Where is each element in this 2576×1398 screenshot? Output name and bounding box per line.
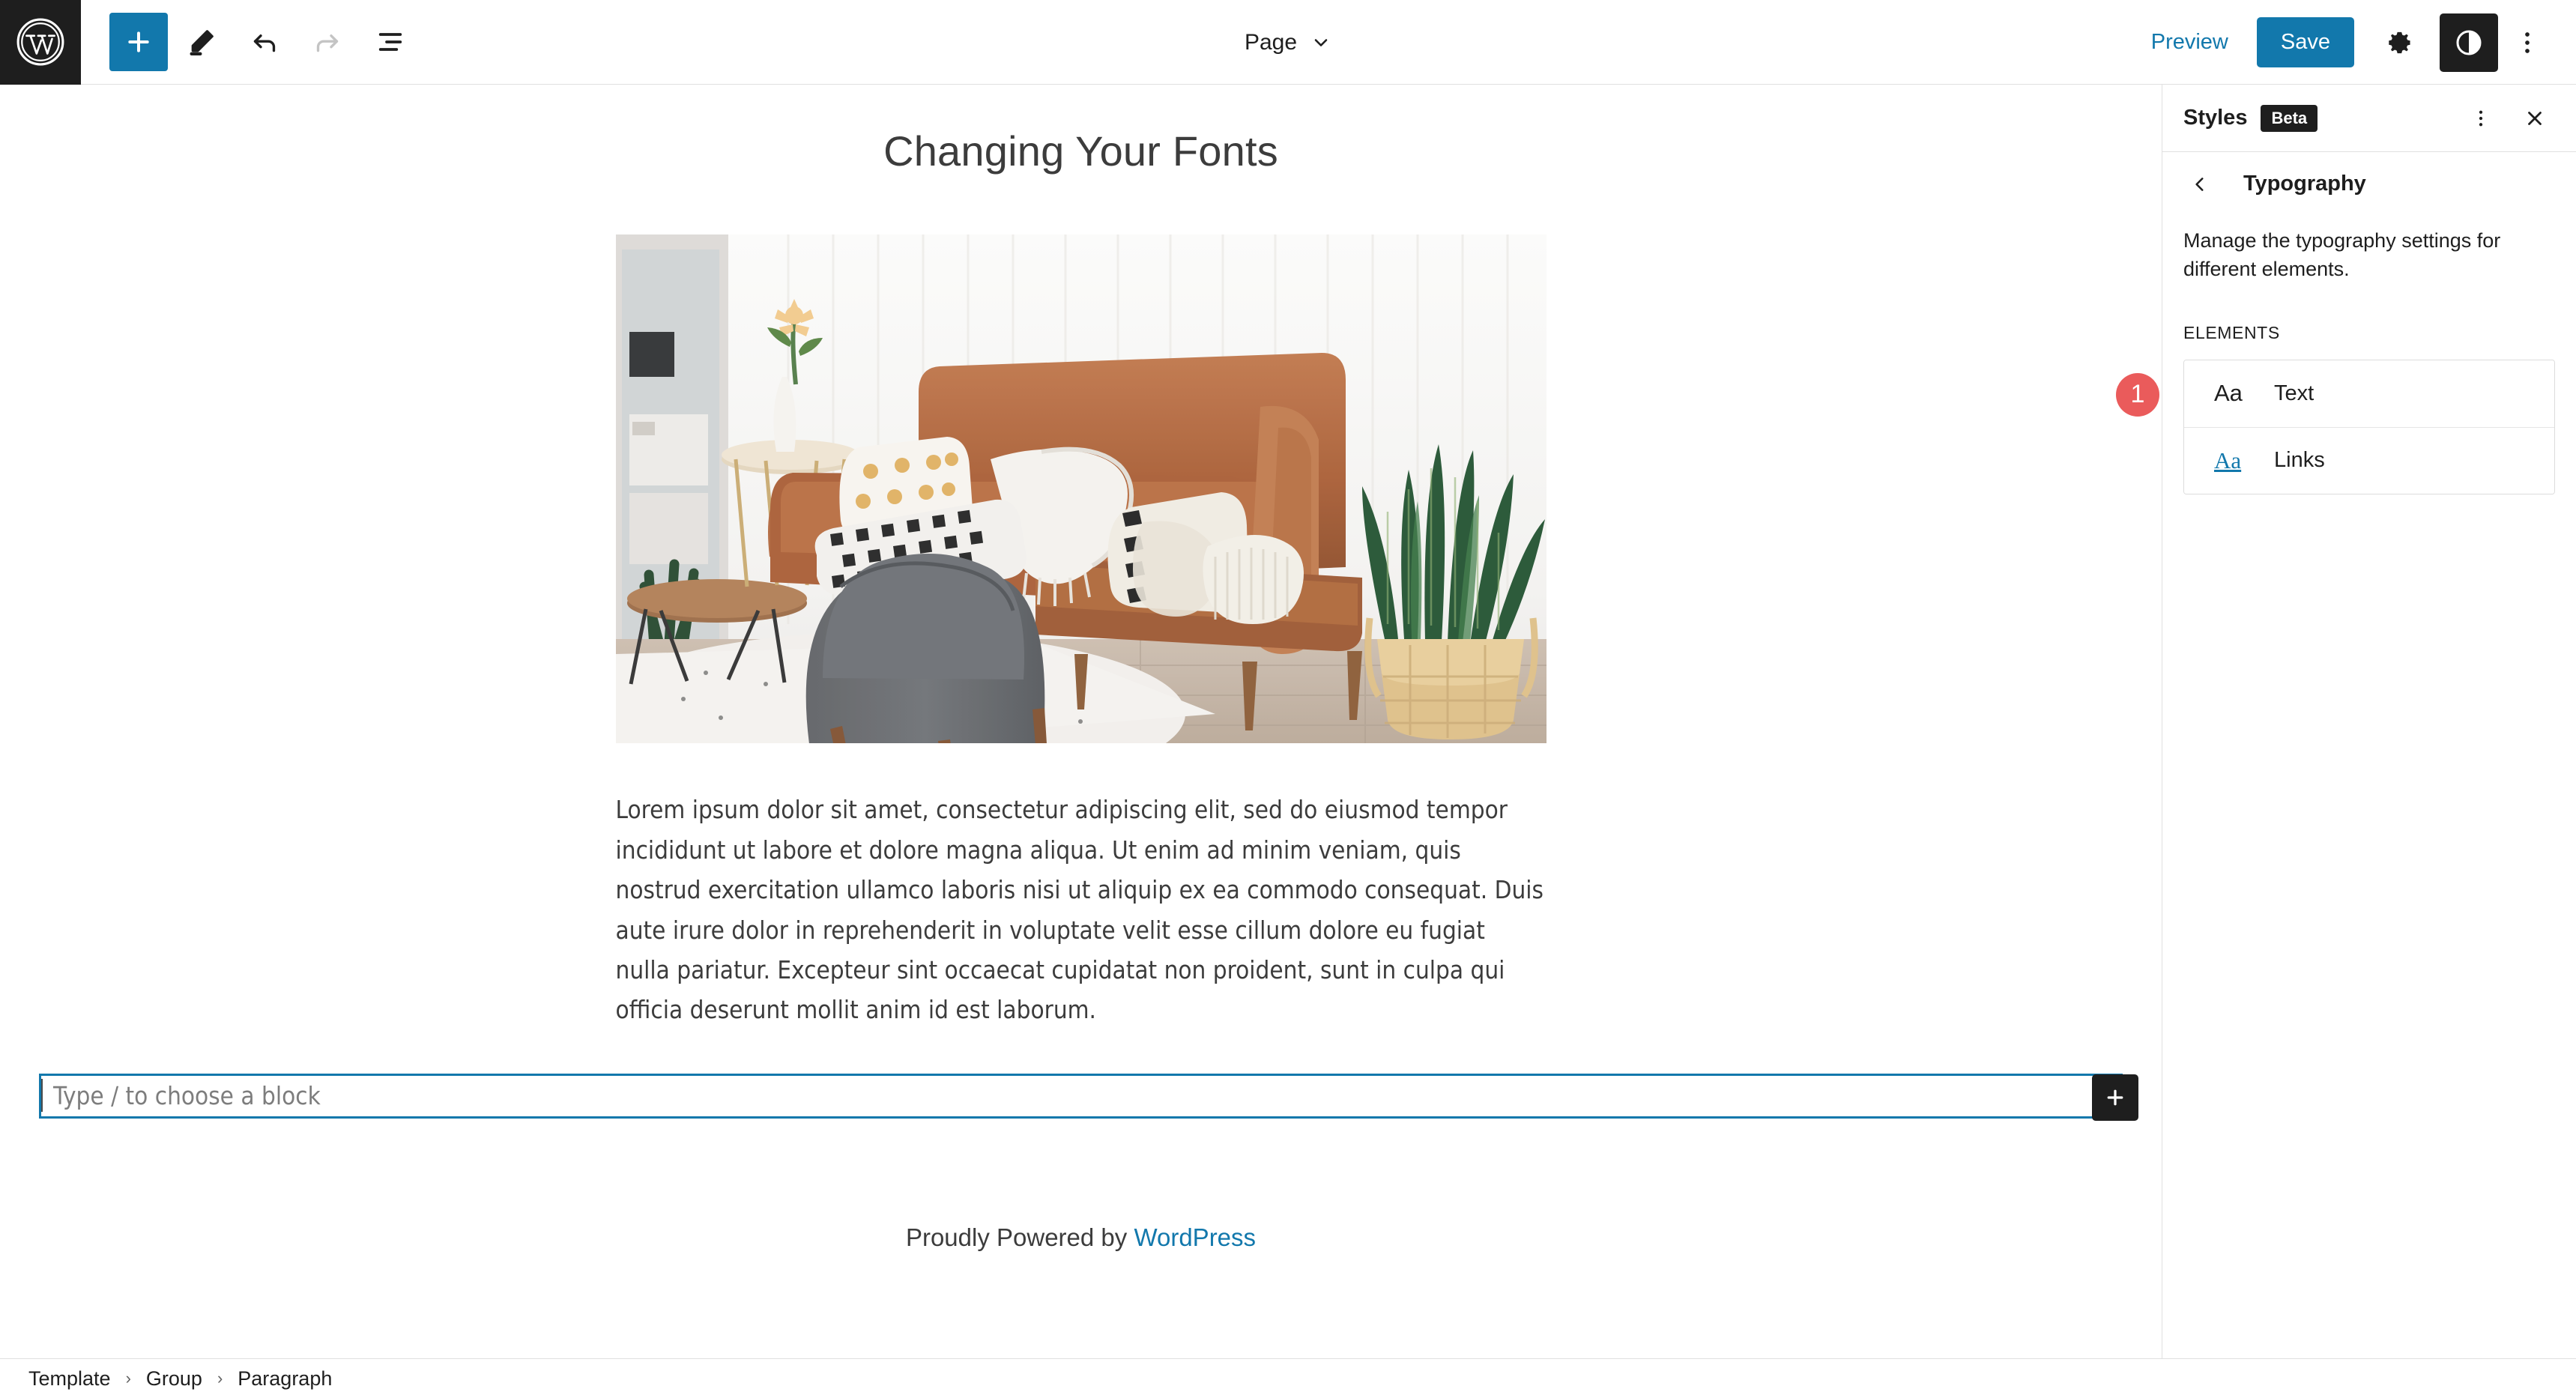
breadcrumb-item-template[interactable]: Template: [28, 1367, 111, 1391]
breadcrumb-item-paragraph[interactable]: Paragraph: [238, 1367, 332, 1391]
elements-card-wrapper: 1 Aa Text Aa Links: [2116, 359, 2576, 494]
page-title[interactable]: Changing Your Fonts: [0, 85, 2162, 176]
text-aa-icon: Aa: [2214, 380, 2243, 407]
breadcrumb-separator: ›: [125, 1369, 131, 1388]
empty-block-row: Type / to choose a block: [0, 1073, 2162, 1121]
document-switcher[interactable]: Page: [1234, 24, 1342, 61]
styles-button[interactable]: [2440, 13, 2498, 72]
element-row-links[interactable]: Aa Links: [2184, 426, 2554, 494]
featured-image[interactable]: [615, 234, 1546, 744]
wordpress-block-editor: Page Preview Save Changing Your Fonts Lo…: [0, 0, 2576, 1398]
settings-button[interactable]: [2371, 13, 2429, 72]
post-paragraph[interactable]: Lorem ipsum dolor sit amet, consectetur …: [616, 790, 1546, 1030]
breadcrumb: Template › Group › Paragraph: [0, 1358, 2576, 1398]
chevron-down-icon: [1314, 38, 1328, 46]
element-label-links: Links: [2274, 448, 2325, 473]
header-right-toolbar: Preview Save: [2132, 0, 2576, 85]
typography-panel-description: Manage the typography settings for diffe…: [2183, 229, 2501, 281]
elements-list: Aa Text Aa Links: [2183, 359, 2555, 494]
elements-section-label: Elements: [2183, 322, 2280, 342]
wordpress-logo-icon[interactable]: [0, 0, 81, 85]
block-appender-add-button[interactable]: [2092, 1074, 2138, 1121]
footer-text: Proudly Powered by: [905, 1223, 1134, 1251]
empty-paragraph-block[interactable]: Type / to choose a block: [39, 1073, 2138, 1121]
breadcrumb-item-group[interactable]: Group: [146, 1367, 202, 1391]
header-left-toolbar: [81, 13, 420, 71]
more-options-button[interactable]: [2498, 13, 2557, 72]
text-caret: [41, 1078, 43, 1112]
plus-icon: [2107, 1089, 2123, 1106]
post-content: Changing Your Fonts Lorem ipsum dolor si…: [0, 85, 2162, 1252]
element-row-text[interactable]: Aa Text: [2184, 360, 2554, 427]
kebab-vertical-icon: [2525, 31, 2530, 53]
beta-badge: Beta: [2261, 104, 2318, 132]
chevron-left-icon: [2195, 177, 2204, 191]
step-badge-1: 1: [2116, 372, 2159, 417]
styles-panel-header: Styles Beta: [2162, 85, 2576, 152]
gear-icon: [2389, 31, 2410, 53]
document-type-label: Page: [1244, 29, 1298, 55]
redo-button[interactable]: [298, 13, 357, 71]
list-view-button[interactable]: [361, 13, 420, 71]
save-button[interactable]: Save: [2256, 17, 2354, 67]
back-button[interactable]: [2183, 168, 2216, 201]
styles-panel-navigation: Typography: [2162, 152, 2576, 216]
site-footer: Proudly Powered by WordPress: [616, 1223, 1546, 1252]
styles-more-menu-button[interactable]: [2461, 98, 2501, 139]
kebab-vertical-icon: [2479, 110, 2483, 126]
element-label-text: Text: [2274, 381, 2315, 405]
links-aa-icon: Aa: [2214, 447, 2242, 473]
typography-panel-title: Typography: [2243, 172, 2366, 196]
close-styles-panel-button[interactable]: [2515, 98, 2555, 139]
styles-sidebar: Styles Beta Typography Manage the typogr…: [2116, 85, 2576, 1358]
preview-button[interactable]: Preview: [2132, 18, 2248, 67]
editor-canvas[interactable]: Changing Your Fonts Lorem ipsum dolor si…: [0, 85, 2162, 1358]
breadcrumb-separator: ›: [217, 1369, 223, 1388]
tools-button[interactable]: [172, 13, 231, 71]
footer-wordpress-link[interactable]: WordPress: [1134, 1223, 1256, 1251]
styles-panel-title: Styles: [2183, 106, 2248, 130]
editor-header: Page Preview Save: [0, 0, 2576, 85]
contrast-half-circle-icon: [2456, 30, 2482, 55]
block-placeholder-text: Type / to choose a block: [53, 1081, 321, 1111]
close-x-icon: [2528, 111, 2542, 125]
living-room-photo: [615, 234, 1546, 744]
add-block-button[interactable]: [109, 13, 168, 71]
undo-button[interactable]: [235, 13, 294, 71]
